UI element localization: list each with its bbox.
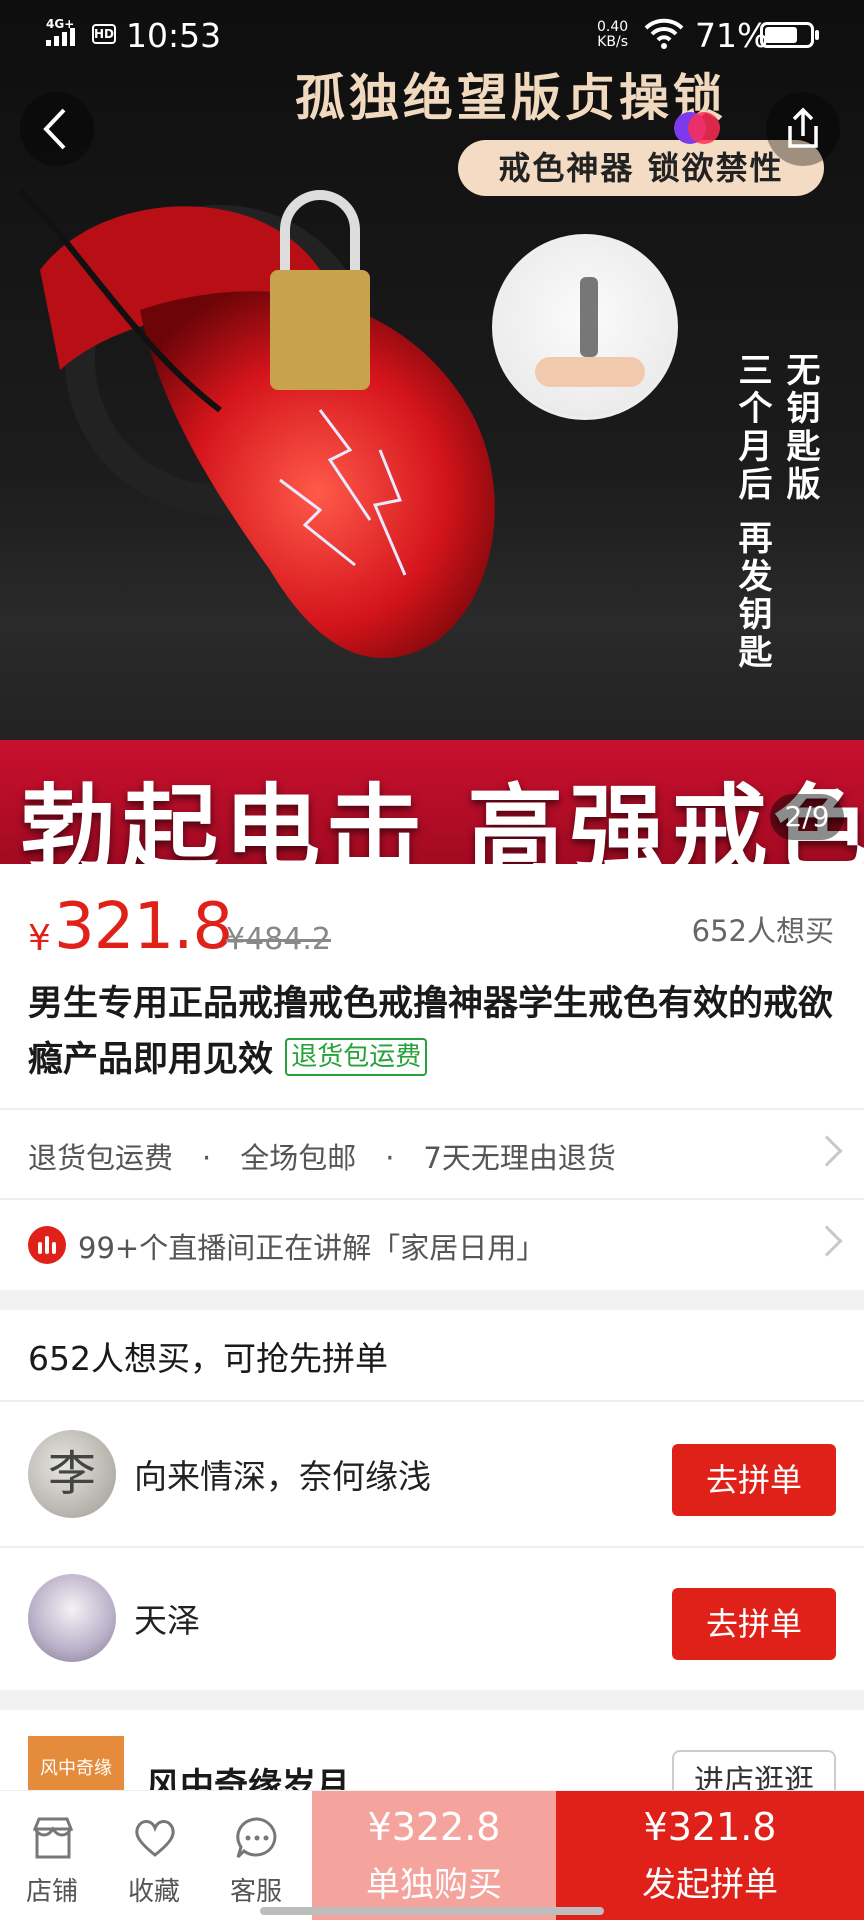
gem-icon (674, 112, 720, 144)
avatar (28, 1574, 116, 1662)
heart-icon (135, 1820, 175, 1857)
network-speed-value: 0.40 (597, 19, 629, 35)
signal-icon (46, 28, 75, 46)
share-button[interactable] (766, 92, 840, 166)
product-photo (20, 187, 495, 659)
member-name: 向来情深，奈何缘浅 (134, 1457, 431, 1496)
group-buy-heading: 652人想买，可抢先拼单 (28, 1339, 388, 1378)
key-illustration (492, 234, 678, 420)
buy-alone-button[interactable]: ¥322.8 单独购买 (312, 1791, 556, 1920)
avatar: 李 (28, 1430, 116, 1518)
services-text: 退货包运费 · 全场包邮 · 7天无理由退货 (28, 1141, 616, 1175)
store-icon (32, 1817, 74, 1859)
network-speed: 0.40 KB/s (597, 20, 628, 50)
sparkle-button[interactable] (660, 92, 734, 166)
wifi-icon (644, 18, 684, 49)
live-text: 99+个直播间正在讲解「家居日用」 (78, 1231, 546, 1265)
solo-price: ¥322.8 (367, 1805, 501, 1849)
tab-store-label: 店铺 (25, 1877, 78, 1907)
want-count: 652人想买 (691, 914, 834, 948)
tab-favorite[interactable]: 收藏 (104, 1791, 204, 1920)
hero-banner-text: 勃起电击 高强戒色 (20, 774, 864, 864)
tab-store[interactable]: 店铺 (2, 1791, 102, 1920)
live-row[interactable]: 99+个直播间正在讲解「家居日用」 (0, 1200, 864, 1290)
chat-icon (236, 1817, 277, 1859)
solo-label: 单独购买 (366, 1865, 502, 1905)
group-buy-label: 发起拼单 (642, 1865, 778, 1905)
hero-side-text-1: 无钥匙版 (780, 352, 820, 504)
join-group-button[interactable]: 去拼单 (672, 1588, 836, 1660)
start-group-button[interactable]: ¥321.8 发起拼单 (556, 1791, 864, 1920)
share-icon (788, 107, 818, 148)
section-gap (0, 1290, 864, 1310)
product-title-text: 男生专用正品戒撸戒色戒撸神器学生戒色有效的戒欲瘾产品即用见效 (28, 984, 834, 1080)
battery-icon (760, 22, 814, 48)
chevron-right-icon (811, 1135, 843, 1167)
free-return-tag: 退货包运费 (285, 1038, 428, 1076)
chevron-left-icon (43, 108, 66, 150)
hd-badge: HD (92, 24, 116, 44)
product-image-carousel[interactable]: 孤独绝望版贞操锁 戒色神器 锁欲禁性 无钥匙版 三个月后 再发钥匙 勃起电击 高… (0, 0, 864, 864)
group-buy-price: ¥321.8 (643, 1805, 777, 1849)
tab-favorite-label: 收藏 (127, 1877, 180, 1907)
chevron-right-icon (811, 1225, 843, 1257)
group-member-row: 李 向来情深，奈何缘浅 去拼单 (0, 1402, 864, 1546)
services-row[interactable]: 退货包运费 · 全场包邮 · 7天无理由退货 (0, 1110, 864, 1200)
product-title: 男生专用正品戒撸戒色戒撸神器学生戒色有效的戒欲瘾产品即用见效 退货包运费 (28, 976, 836, 1088)
bottom-action-bar: 店铺 收藏 客服 ¥322.8 单独购买 ¥321.8 发起拼单 (0, 1790, 864, 1920)
battery-percent: 71% (695, 16, 769, 55)
live-icon (28, 1226, 66, 1264)
currency-symbol: ¥ (28, 918, 51, 959)
tab-service-label: 客服 (229, 1877, 282, 1907)
section-gap (0, 1690, 864, 1710)
home-indicator[interactable] (260, 1907, 604, 1915)
hero-side-text-2: 三个月后 再发钥匙 (732, 352, 772, 672)
network-speed-unit: KB/s (597, 34, 628, 50)
back-button[interactable] (20, 92, 94, 166)
status-bar: 4G+ HD 10:53 0.40 KB/s 71% (0, 0, 864, 70)
join-group-button[interactable]: 去拼单 (672, 1444, 836, 1516)
image-page-indicator: 2/9 (770, 794, 844, 840)
tab-service[interactable]: 客服 (206, 1791, 306, 1920)
group-member-row: 天泽 去拼单 (0, 1546, 864, 1690)
group-price: 321.8 (54, 890, 233, 964)
original-price: ¥484.2 (226, 922, 331, 957)
clock: 10:53 (126, 16, 222, 55)
member-name: 天泽 (134, 1601, 200, 1640)
